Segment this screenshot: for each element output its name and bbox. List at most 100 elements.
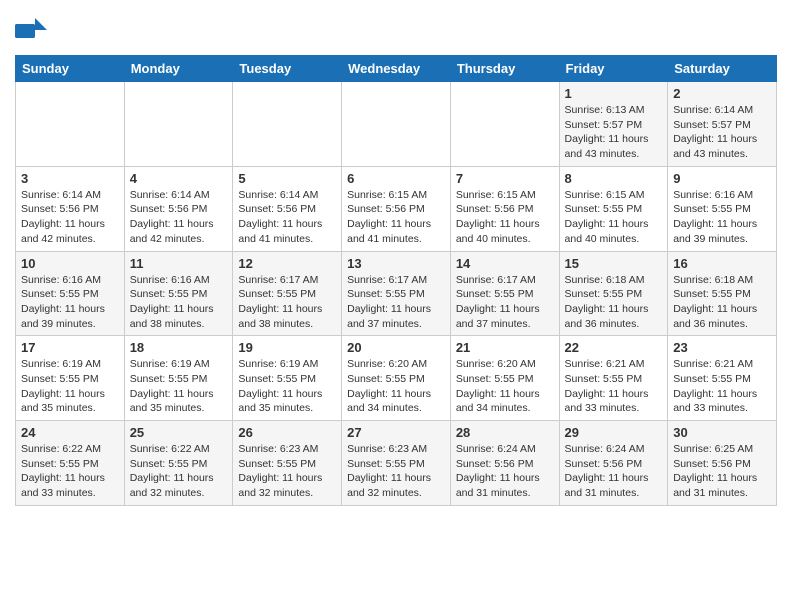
day-number: 12 xyxy=(238,256,336,271)
column-header-tuesday: Tuesday xyxy=(233,56,342,82)
day-info: Sunrise: 6:14 AM Sunset: 5:56 PM Dayligh… xyxy=(238,188,336,247)
calendar-cell: 10 Sunrise: 6:16 AM Sunset: 5:55 PM Dayli… xyxy=(16,251,125,336)
column-header-monday: Monday xyxy=(124,56,233,82)
logo xyxy=(15,14,51,47)
day-info: Sunrise: 6:16 AM Sunset: 5:55 PM Dayligh… xyxy=(21,273,119,332)
day-number: 5 xyxy=(238,171,336,186)
day-number: 10 xyxy=(21,256,119,271)
calendar-cell: 26Sunrise: 6:23 AM Sunset: 5:55 PM Dayli… xyxy=(233,421,342,506)
calendar-week-row: 1 Sunrise: 6:13 AM Sunset: 5:57 PM Daylig… xyxy=(16,82,777,167)
calendar-cell: 23 Sunrise: 6:21 AM Sunset: 5:55 PM Dayli… xyxy=(668,336,777,421)
day-info: Sunrise: 6:19 AM Sunset: 5:55 PM Dayligh… xyxy=(130,357,228,416)
calendar-cell xyxy=(342,82,451,167)
calendar-cell: 5 Sunrise: 6:14 AM Sunset: 5:56 PM Daylig… xyxy=(233,166,342,251)
day-info: Sunrise: 6:14 AM Sunset: 5:56 PM Dayligh… xyxy=(21,188,119,247)
day-number: 25 xyxy=(130,425,228,440)
day-info: Sunrise: 6:24 AM Sunset: 5:56 PM Dayligh… xyxy=(456,442,554,501)
day-number: 15 xyxy=(565,256,663,271)
calendar-cell: 24 Sunrise: 6:22 AM Sunset: 5:55 PM Dayli… xyxy=(16,421,125,506)
calendar-cell: 13 Sunrise: 6:17 AM Sunset: 5:55 PM Dayli… xyxy=(342,251,451,336)
day-number: 23 xyxy=(673,340,771,355)
calendar-cell: 28 Sunrise: 6:24 AM Sunset: 5:56 PM Dayli… xyxy=(450,421,559,506)
day-number: 17 xyxy=(21,340,119,355)
day-number: 14 xyxy=(456,256,554,271)
calendar-cell: 1 Sunrise: 6:13 AM Sunset: 5:57 PM Daylig… xyxy=(559,82,668,167)
logo-icon xyxy=(15,14,47,47)
day-info: Sunrise: 6:17 AM Sunset: 5:55 PM Dayligh… xyxy=(347,273,445,332)
calendar-cell: 7Sunrise: 6:15 AM Sunset: 5:56 PM Daylig… xyxy=(450,166,559,251)
day-info: Sunrise: 6:14 AM Sunset: 5:56 PM Dayligh… xyxy=(130,188,228,247)
day-number: 4 xyxy=(130,171,228,186)
day-number: 30 xyxy=(673,425,771,440)
day-number: 6 xyxy=(347,171,445,186)
column-header-saturday: Saturday xyxy=(668,56,777,82)
calendar-cell: 29Sunrise: 6:24 AM Sunset: 5:56 PM Dayli… xyxy=(559,421,668,506)
day-number: 7 xyxy=(456,171,554,186)
calendar-cell: 6 Sunrise: 6:15 AM Sunset: 5:56 PM Daylig… xyxy=(342,166,451,251)
day-info: Sunrise: 6:22 AM Sunset: 5:55 PM Dayligh… xyxy=(21,442,119,501)
calendar-week-row: 10 Sunrise: 6:16 AM Sunset: 5:55 PM Dayli… xyxy=(16,251,777,336)
day-info: Sunrise: 6:21 AM Sunset: 5:55 PM Dayligh… xyxy=(565,357,663,416)
day-number: 16 xyxy=(673,256,771,271)
calendar-cell: 18Sunrise: 6:19 AM Sunset: 5:55 PM Dayli… xyxy=(124,336,233,421)
calendar-cell: 19 Sunrise: 6:19 AM Sunset: 5:55 PM Dayli… xyxy=(233,336,342,421)
calendar-cell: 14 Sunrise: 6:17 AM Sunset: 5:55 PM Dayli… xyxy=(450,251,559,336)
calendar-cell: 16 Sunrise: 6:18 AM Sunset: 5:55 PM Dayli… xyxy=(668,251,777,336)
day-info: Sunrise: 6:25 AM Sunset: 5:56 PM Dayligh… xyxy=(673,442,771,501)
day-info: Sunrise: 6:21 AM Sunset: 5:55 PM Dayligh… xyxy=(673,357,771,416)
day-number: 1 xyxy=(565,86,663,101)
day-number: 19 xyxy=(238,340,336,355)
day-info: Sunrise: 6:15 AM Sunset: 5:56 PM Dayligh… xyxy=(347,188,445,247)
calendar-week-row: 24 Sunrise: 6:22 AM Sunset: 5:55 PM Dayli… xyxy=(16,421,777,506)
column-header-sunday: Sunday xyxy=(16,56,125,82)
calendar-cell: 3 Sunrise: 6:14 AM Sunset: 5:56 PM Daylig… xyxy=(16,166,125,251)
day-number: 2 xyxy=(673,86,771,101)
calendar-header-row: SundayMondayTuesdayWednesdayThursdayFrid… xyxy=(16,56,777,82)
day-info: Sunrise: 6:16 AM Sunset: 5:55 PM Dayligh… xyxy=(130,273,228,332)
calendar-cell: 8Sunrise: 6:15 AM Sunset: 5:55 PM Daylig… xyxy=(559,166,668,251)
calendar-cell: 11 Sunrise: 6:16 AM Sunset: 5:55 PM Dayli… xyxy=(124,251,233,336)
day-info: Sunrise: 6:20 AM Sunset: 5:55 PM Dayligh… xyxy=(456,357,554,416)
calendar-cell: 21 Sunrise: 6:20 AM Sunset: 5:55 PM Dayli… xyxy=(450,336,559,421)
calendar-cell xyxy=(16,82,125,167)
calendar-week-row: 3 Sunrise: 6:14 AM Sunset: 5:56 PM Daylig… xyxy=(16,166,777,251)
day-number: 13 xyxy=(347,256,445,271)
column-header-wednesday: Wednesday xyxy=(342,56,451,82)
calendar-cell: 15Sunrise: 6:18 AM Sunset: 5:55 PM Dayli… xyxy=(559,251,668,336)
day-number: 21 xyxy=(456,340,554,355)
calendar-cell: 17 Sunrise: 6:19 AM Sunset: 5:55 PM Dayli… xyxy=(16,336,125,421)
day-number: 11 xyxy=(130,256,228,271)
day-number: 27 xyxy=(347,425,445,440)
calendar-cell xyxy=(124,82,233,167)
calendar-cell: 20Sunrise: 6:20 AM Sunset: 5:55 PM Dayli… xyxy=(342,336,451,421)
day-number: 26 xyxy=(238,425,336,440)
calendar-week-row: 17 Sunrise: 6:19 AM Sunset: 5:55 PM Dayli… xyxy=(16,336,777,421)
page-header xyxy=(15,10,777,47)
day-info: Sunrise: 6:17 AM Sunset: 5:55 PM Dayligh… xyxy=(238,273,336,332)
column-header-thursday: Thursday xyxy=(450,56,559,82)
day-number: 29 xyxy=(565,425,663,440)
day-number: 28 xyxy=(456,425,554,440)
day-number: 8 xyxy=(565,171,663,186)
day-info: Sunrise: 6:18 AM Sunset: 5:55 PM Dayligh… xyxy=(673,273,771,332)
calendar-cell: 4 Sunrise: 6:14 AM Sunset: 5:56 PM Daylig… xyxy=(124,166,233,251)
day-info: Sunrise: 6:22 AM Sunset: 5:55 PM Dayligh… xyxy=(130,442,228,501)
calendar-cell: 2 Sunrise: 6:14 AM Sunset: 5:57 PM Daylig… xyxy=(668,82,777,167)
calendar-table: SundayMondayTuesdayWednesdayThursdayFrid… xyxy=(15,55,777,506)
calendar-cell: 12 Sunrise: 6:17 AM Sunset: 5:55 PM Dayli… xyxy=(233,251,342,336)
day-info: Sunrise: 6:23 AM Sunset: 5:55 PM Dayligh… xyxy=(347,442,445,501)
calendar-cell: 30 Sunrise: 6:25 AM Sunset: 5:56 PM Dayli… xyxy=(668,421,777,506)
day-number: 3 xyxy=(21,171,119,186)
day-number: 24 xyxy=(21,425,119,440)
column-header-friday: Friday xyxy=(559,56,668,82)
day-info: Sunrise: 6:20 AM Sunset: 5:55 PM Dayligh… xyxy=(347,357,445,416)
day-info: Sunrise: 6:14 AM Sunset: 5:57 PM Dayligh… xyxy=(673,103,771,162)
day-info: Sunrise: 6:17 AM Sunset: 5:55 PM Dayligh… xyxy=(456,273,554,332)
day-info: Sunrise: 6:13 AM Sunset: 5:57 PM Dayligh… xyxy=(565,103,663,162)
day-info: Sunrise: 6:19 AM Sunset: 5:55 PM Dayligh… xyxy=(238,357,336,416)
calendar-cell: 9Sunrise: 6:16 AM Sunset: 5:55 PM Daylig… xyxy=(668,166,777,251)
calendar-cell: 22 Sunrise: 6:21 AM Sunset: 5:55 PM Dayli… xyxy=(559,336,668,421)
day-info: Sunrise: 6:19 AM Sunset: 5:55 PM Dayligh… xyxy=(21,357,119,416)
day-number: 22 xyxy=(565,340,663,355)
calendar-cell xyxy=(233,82,342,167)
